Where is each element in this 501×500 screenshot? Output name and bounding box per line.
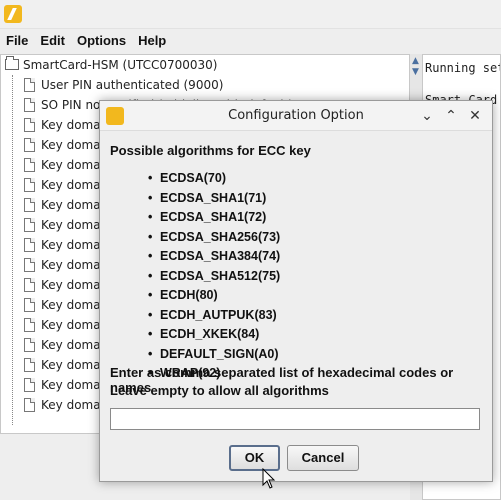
algorithm-item: • DEFAULT_SIGN(A0) [148, 346, 279, 361]
document-icon [24, 298, 35, 312]
algorithm-item: • ECDH(80) [148, 288, 218, 302]
document-icon [24, 318, 35, 332]
algorithm-item: • ECDH_XKEK(84) [148, 327, 260, 341]
algorithm-list: • ECDSA(70) • ECDSA_SHA1(71) • ECDSA_SHA1(7… [148, 169, 280, 384]
arrow-down-icon[interactable]: ▼ [412, 67, 419, 77]
document-icon [24, 138, 35, 152]
close-icon[interactable]: ✕ [466, 107, 484, 125]
document-icon [24, 158, 35, 172]
menu-options[interactable]: Options [71, 33, 132, 48]
document-icon [24, 398, 35, 412]
minimize-chevron-icon[interactable]: ⌄ [418, 107, 436, 125]
algorithm-item: • ECDH_AUTPUK(83) [148, 307, 277, 322]
log-line: Running set [425, 61, 501, 75]
document-icon [24, 118, 35, 132]
mouse-pointer-icon [262, 468, 276, 489]
menu-file[interactable]: File [0, 33, 34, 48]
document-icon [24, 218, 35, 232]
document-icon [24, 78, 35, 92]
algorithm-item: • ECDSA(70) [148, 171, 226, 185]
dialog-titlebar[interactable]: Configuration Option ⌄ ⌃ ✕ [100, 101, 492, 131]
tree-root-label: SmartCard-HSM (UTCC0700030) [23, 58, 218, 72]
instruction-text-empty: Leave empty to allow all algorithms [110, 383, 329, 398]
document-icon [24, 358, 35, 372]
cancel-button[interactable]: Cancel [287, 445, 359, 471]
algorithm-item: • ECDSA_SHA1(72) [148, 210, 267, 224]
document-icon [24, 178, 35, 192]
app-logo-icon [4, 5, 22, 23]
document-icon [24, 98, 35, 112]
document-icon [24, 258, 35, 272]
tree-connector-line [12, 75, 13, 425]
algorithm-item: • ECDSA_SHA1(71) [148, 190, 267, 205]
document-icon [24, 338, 35, 352]
algorithm-item: • ECDSA_SHA256(73) [148, 229, 281, 244]
arrow-up-icon[interactable]: ▲ [412, 56, 419, 66]
algorithm-codes-input[interactable] [110, 408, 480, 430]
menu-edit[interactable]: Edit [34, 33, 71, 48]
folder-icon [5, 56, 19, 70]
configuration-dialog: Configuration Option ⌄ ⌃ ✕ Possible algo… [99, 100, 493, 482]
document-icon [24, 278, 35, 292]
document-icon [24, 378, 35, 392]
menu-help[interactable]: Help [132, 33, 172, 48]
algorithm-item: • ECDSA_SHA384(74) [148, 249, 281, 263]
tree-item-label: User PIN authenticated (9000) [41, 78, 224, 92]
algorithm-item: • ECDSA_SHA512(75) [148, 268, 281, 283]
main-titlebar [0, 0, 501, 29]
algorithms-heading: Possible algorithms for ECC key [110, 143, 311, 158]
document-icon [24, 198, 35, 212]
menubar: File Edit Options Help [0, 29, 501, 51]
maximize-chevron-icon[interactable]: ⌃ [442, 107, 460, 125]
document-icon [24, 238, 35, 252]
